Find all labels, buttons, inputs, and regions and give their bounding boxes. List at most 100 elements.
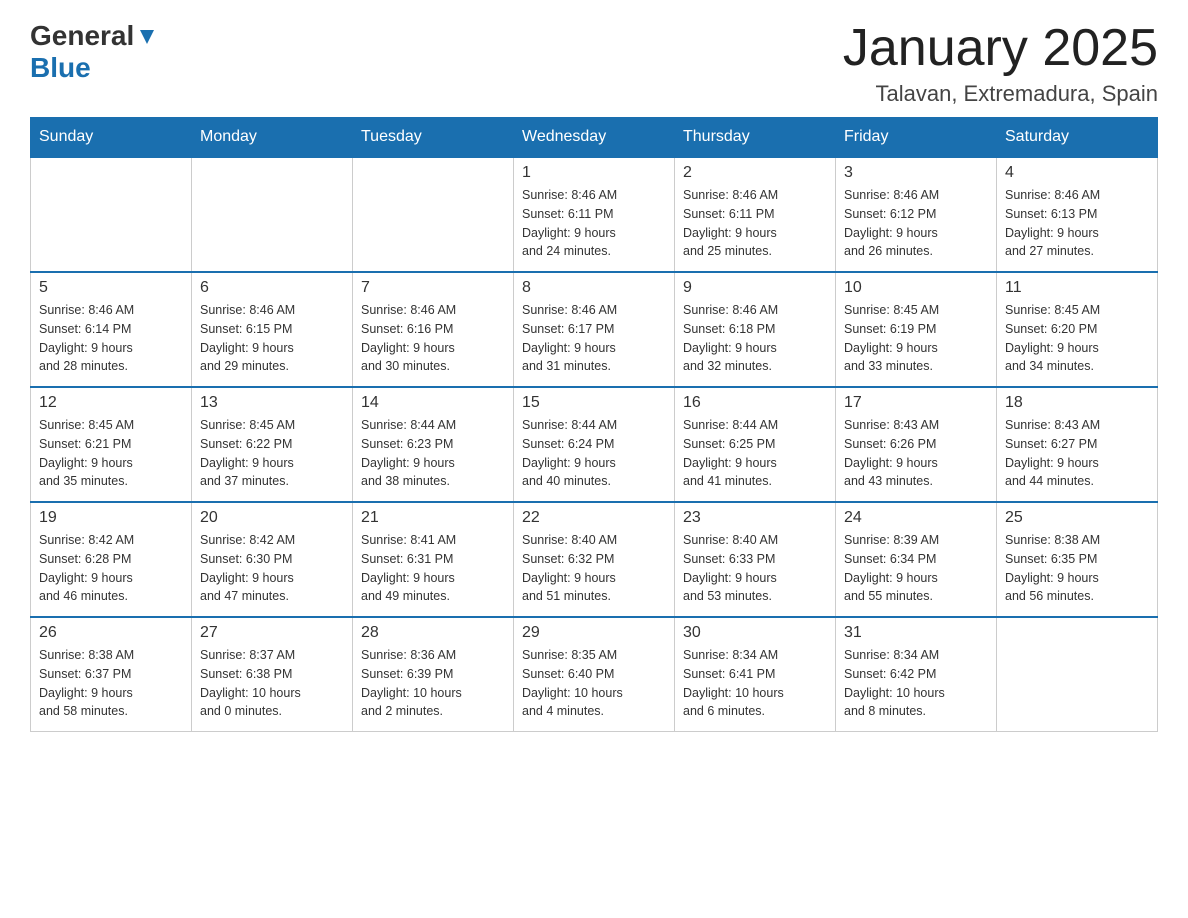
col-sunday: Sunday — [31, 118, 192, 158]
day-number: 29 — [522, 624, 666, 642]
day-info: Sunrise: 8:43 AM Sunset: 6:27 PM Dayligh… — [1005, 416, 1149, 491]
day-info: Sunrise: 8:37 AM Sunset: 6:38 PM Dayligh… — [200, 646, 344, 721]
table-row: 20 Sunrise: 8:42 AM Sunset: 6:30 PM Dayli… — [192, 502, 353, 617]
calendar-week-row: 5 Sunrise: 8:46 AM Sunset: 6:14 PM Daylig… — [31, 272, 1158, 387]
day-number: 12 — [39, 394, 183, 412]
day-info: Sunrise: 8:46 AM Sunset: 6:14 PM Dayligh… — [39, 301, 183, 376]
table-row: 6Sunrise: 8:46 AM Sunset: 6:15 PM Daylig… — [192, 272, 353, 387]
table-row: 9Sunrise: 8:46 AM Sunset: 6:18 PM Daylig… — [675, 272, 836, 387]
day-number: 18 — [1005, 394, 1149, 412]
table-row: 4 Sunrise: 8:46 AM Sunset: 6:13 PM Daylig… — [997, 157, 1158, 272]
table-row: 31 Sunrise: 8:34 AM Sunset: 6:42 PM Dayli… — [836, 617, 997, 732]
table-row: 3Sunrise: 8:46 AM Sunset: 6:12 PM Daylig… — [836, 157, 997, 272]
logo: General Blue — [30, 20, 158, 84]
day-number: 13 — [200, 394, 344, 412]
table-row — [353, 157, 514, 272]
day-number: 28 — [361, 624, 505, 642]
day-number: 26 — [39, 624, 183, 642]
day-info: Sunrise: 8:39 AM Sunset: 6:34 PM Dayligh… — [844, 531, 988, 606]
day-info: Sunrise: 8:35 AM Sunset: 6:40 PM Dayligh… — [522, 646, 666, 721]
logo-blue-text: Blue — [30, 52, 91, 83]
day-number: 4 — [1005, 164, 1149, 182]
page-header: General Blue January 2025 Talavan, Extre… — [30, 20, 1158, 107]
day-number: 31 — [844, 624, 988, 642]
day-number: 27 — [200, 624, 344, 642]
table-row: 28 Sunrise: 8:36 AM Sunset: 6:39 PM Dayli… — [353, 617, 514, 732]
table-row: 26Sunrise: 8:38 AM Sunset: 6:37 PM Dayli… — [31, 617, 192, 732]
day-number: 20 — [200, 509, 344, 527]
table-row — [997, 617, 1158, 732]
day-info: Sunrise: 8:46 AM Sunset: 6:13 PM Dayligh… — [1005, 186, 1149, 261]
day-number: 7 — [361, 279, 505, 297]
day-number: 30 — [683, 624, 827, 642]
day-number: 22 — [522, 509, 666, 527]
day-info: Sunrise: 8:46 AM Sunset: 6:16 PM Dayligh… — [361, 301, 505, 376]
logo-arrow-icon — [136, 26, 158, 48]
calendar-week-row: 26Sunrise: 8:38 AM Sunset: 6:37 PM Dayli… — [31, 617, 1158, 732]
day-number: 2 — [683, 164, 827, 182]
calendar-week-row: 1 Sunrise: 8:46 AM Sunset: 6:11 PM Daylig… — [31, 157, 1158, 272]
table-row: 17 Sunrise: 8:43 AM Sunset: 6:26 PM Dayli… — [836, 387, 997, 502]
col-friday: Friday — [836, 118, 997, 158]
day-info: Sunrise: 8:46 AM Sunset: 6:17 PM Dayligh… — [522, 301, 666, 376]
table-row: 14 Sunrise: 8:44 AM Sunset: 6:23 PM Dayli… — [353, 387, 514, 502]
day-info: Sunrise: 8:45 AM Sunset: 6:20 PM Dayligh… — [1005, 301, 1149, 376]
table-row: 13 Sunrise: 8:45 AM Sunset: 6:22 PM Dayli… — [192, 387, 353, 502]
day-info: Sunrise: 8:34 AM Sunset: 6:42 PM Dayligh… — [844, 646, 988, 721]
day-info: Sunrise: 8:34 AM Sunset: 6:41 PM Dayligh… — [683, 646, 827, 721]
table-row: 29 Sunrise: 8:35 AM Sunset: 6:40 PM Dayli… — [514, 617, 675, 732]
day-number: 6 — [200, 279, 344, 297]
day-info: Sunrise: 8:46 AM Sunset: 6:18 PM Dayligh… — [683, 301, 827, 376]
table-row: 16Sunrise: 8:44 AM Sunset: 6:25 PM Dayli… — [675, 387, 836, 502]
table-row: 22 Sunrise: 8:40 AM Sunset: 6:32 PM Dayli… — [514, 502, 675, 617]
day-number: 21 — [361, 509, 505, 527]
day-info: Sunrise: 8:41 AM Sunset: 6:31 PM Dayligh… — [361, 531, 505, 606]
table-row: 7 Sunrise: 8:46 AM Sunset: 6:16 PM Daylig… — [353, 272, 514, 387]
table-row — [192, 157, 353, 272]
day-info: Sunrise: 8:46 AM Sunset: 6:12 PM Dayligh… — [844, 186, 988, 261]
table-row: 1 Sunrise: 8:46 AM Sunset: 6:11 PM Daylig… — [514, 157, 675, 272]
calendar-week-row: 12Sunrise: 8:45 AM Sunset: 6:21 PM Dayli… — [31, 387, 1158, 502]
col-saturday: Saturday — [997, 118, 1158, 158]
day-info: Sunrise: 8:43 AM Sunset: 6:26 PM Dayligh… — [844, 416, 988, 491]
day-number: 24 — [844, 509, 988, 527]
table-row: 8Sunrise: 8:46 AM Sunset: 6:17 PM Daylig… — [514, 272, 675, 387]
day-info: Sunrise: 8:38 AM Sunset: 6:35 PM Dayligh… — [1005, 531, 1149, 606]
day-info: Sunrise: 8:45 AM Sunset: 6:19 PM Dayligh… — [844, 301, 988, 376]
table-row: 12Sunrise: 8:45 AM Sunset: 6:21 PM Dayli… — [31, 387, 192, 502]
col-thursday: Thursday — [675, 118, 836, 158]
day-info: Sunrise: 8:44 AM Sunset: 6:24 PM Dayligh… — [522, 416, 666, 491]
logo-general-text: General — [30, 20, 134, 52]
day-info: Sunrise: 8:44 AM Sunset: 6:23 PM Dayligh… — [361, 416, 505, 491]
day-info: Sunrise: 8:45 AM Sunset: 6:22 PM Dayligh… — [200, 416, 344, 491]
table-row: 10 Sunrise: 8:45 AM Sunset: 6:19 PM Dayli… — [836, 272, 997, 387]
table-row: 18 Sunrise: 8:43 AM Sunset: 6:27 PM Dayli… — [997, 387, 1158, 502]
calendar-week-row: 19Sunrise: 8:42 AM Sunset: 6:28 PM Dayli… — [31, 502, 1158, 617]
day-info: Sunrise: 8:44 AM Sunset: 6:25 PM Dayligh… — [683, 416, 827, 491]
col-monday: Monday — [192, 118, 353, 158]
day-info: Sunrise: 8:40 AM Sunset: 6:33 PM Dayligh… — [683, 531, 827, 606]
title-section: January 2025 Talavan, Extremadura, Spain — [843, 20, 1158, 107]
day-number: 25 — [1005, 509, 1149, 527]
calendar-title: January 2025 — [843, 20, 1158, 77]
day-info: Sunrise: 8:46 AM Sunset: 6:11 PM Dayligh… — [683, 186, 827, 261]
table-row: 21 Sunrise: 8:41 AM Sunset: 6:31 PM Dayli… — [353, 502, 514, 617]
day-number: 14 — [361, 394, 505, 412]
table-row: 2 Sunrise: 8:46 AM Sunset: 6:11 PM Daylig… — [675, 157, 836, 272]
day-info: Sunrise: 8:40 AM Sunset: 6:32 PM Dayligh… — [522, 531, 666, 606]
table-row: 11Sunrise: 8:45 AM Sunset: 6:20 PM Dayli… — [997, 272, 1158, 387]
table-row: 23 Sunrise: 8:40 AM Sunset: 6:33 PM Dayli… — [675, 502, 836, 617]
day-info: Sunrise: 8:46 AM Sunset: 6:11 PM Dayligh… — [522, 186, 666, 261]
calendar-subtitle: Talavan, Extremadura, Spain — [843, 81, 1158, 107]
day-number: 17 — [844, 394, 988, 412]
day-info: Sunrise: 8:42 AM Sunset: 6:30 PM Dayligh… — [200, 531, 344, 606]
day-number: 19 — [39, 509, 183, 527]
table-row: 19Sunrise: 8:42 AM Sunset: 6:28 PM Dayli… — [31, 502, 192, 617]
day-number: 10 — [844, 279, 988, 297]
calendar-header-row: Sunday Monday Tuesday Wednesday Thursday… — [31, 118, 1158, 158]
day-number: 23 — [683, 509, 827, 527]
day-info: Sunrise: 8:36 AM Sunset: 6:39 PM Dayligh… — [361, 646, 505, 721]
day-number: 1 — [522, 164, 666, 182]
day-number: 5 — [39, 279, 183, 297]
calendar-table: Sunday Monday Tuesday Wednesday Thursday… — [30, 117, 1158, 732]
